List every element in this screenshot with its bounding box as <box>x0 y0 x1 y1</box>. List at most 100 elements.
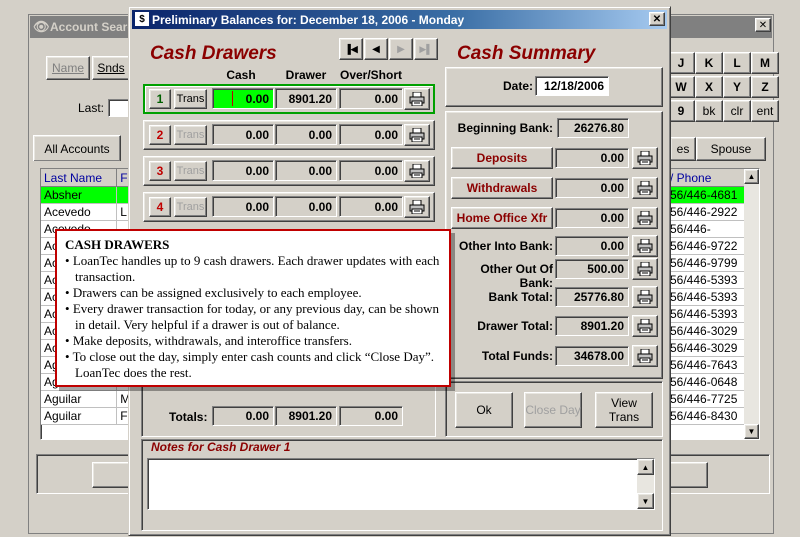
row-phone[interactable]: 56/446-5393 <box>667 289 745 306</box>
row-phone[interactable]: 56/446- <box>667 221 745 238</box>
scroll-down-icon[interactable]: ▼ <box>744 424 759 439</box>
deposits-value: 0.00 <box>555 148 629 168</box>
tab-es[interactable]: es <box>670 137 696 161</box>
row-phone[interactable]: 56/446-8430 <box>667 408 745 425</box>
drawer-overshort: 0.00 <box>339 196 403 217</box>
cash-drawers-callout: CASH DRAWERS LoanTec handles up to 9 cas… <box>55 229 451 387</box>
first-record-icon[interactable]: ▐◀ <box>339 38 363 60</box>
row-phone[interactable]: 56/446-3029 <box>667 323 745 340</box>
notes-scrollbar[interactable]: ▲ ▼ <box>637 459 654 509</box>
binoculars-icon: 👁 <box>33 19 50 34</box>
key-bk[interactable]: bk <box>695 100 723 122</box>
next-record-icon[interactable]: ▶ <box>389 38 413 60</box>
drawer-number[interactable]: 4 <box>149 197 171 217</box>
bg-bottom-button[interactable] <box>92 462 132 488</box>
row-phone[interactable]: 56/446-5393 <box>667 306 745 323</box>
drawer-number[interactable]: 2 <box>149 125 171 145</box>
row-phone[interactable]: 56/446-0648 <box>667 374 745 391</box>
drawer-number[interactable]: 3 <box>149 161 171 181</box>
key-L[interactable]: L <box>723 52 751 74</box>
callout-item: To close out the day, simply enter cash … <box>65 349 441 381</box>
cash-drawers-title: Cash Drawers <box>150 43 277 64</box>
printer-icon[interactable] <box>632 315 658 337</box>
bg-bottom-button-right[interactable] <box>668 462 708 488</box>
other-into-value: 0.00 <box>555 236 629 256</box>
printer-icon[interactable] <box>632 207 658 229</box>
table-row[interactable]: Absher <box>41 187 129 204</box>
callout-item: Make deposits, withdrawals, and interoff… <box>65 333 441 349</box>
key-X[interactable]: X <box>695 76 723 98</box>
printer-icon[interactable] <box>632 177 658 199</box>
row-phone[interactable]: 56/446-7725 <box>667 391 745 408</box>
printer-icon[interactable] <box>404 196 430 218</box>
printer-icon[interactable] <box>404 124 430 146</box>
grid-header-phone[interactable]: / Phone <box>667 169 745 187</box>
key-Y[interactable]: Y <box>723 76 751 98</box>
name-tab[interactable]: Name <box>46 56 90 80</box>
key-Z[interactable]: Z <box>751 76 779 98</box>
printer-icon[interactable] <box>404 160 430 182</box>
trans-button[interactable]: Trans <box>174 197 207 217</box>
drawer-cash-input[interactable]: 0.00 <box>212 88 274 109</box>
row-phone[interactable]: 56/446-3029 <box>667 340 745 357</box>
key-M[interactable]: M <box>751 52 779 74</box>
drawer-amount: 0.00 <box>275 160 337 181</box>
callout-heading: CASH DRAWERS <box>65 237 170 252</box>
tab-spouse[interactable]: Spouse <box>696 137 766 161</box>
printer-icon[interactable] <box>404 88 430 110</box>
printer-icon[interactable] <box>632 345 658 367</box>
other-out-value: 500.00 <box>555 259 629 279</box>
notes-scroll-up-icon[interactable]: ▲ <box>637 459 654 475</box>
close-day-button[interactable]: Close Day <box>524 392 582 428</box>
view-trans-button[interactable]: View Trans <box>595 392 653 428</box>
printer-icon[interactable] <box>632 147 658 169</box>
row-phone[interactable]: 56/446-4681 <box>667 187 745 204</box>
drawer-number[interactable]: 1 <box>149 89 171 109</box>
drawer-overshort: 0.00 <box>339 124 403 145</box>
deposits-button[interactable]: Deposits <box>451 147 553 169</box>
scroll-up-icon[interactable]: ▲ <box>744 169 759 184</box>
drawer-cash-input[interactable]: 0.00 <box>212 196 274 217</box>
table-row[interactable]: Acevedo L <box>41 204 129 221</box>
row-phone[interactable]: 56/446-7643 <box>667 357 745 374</box>
tab-all-accounts[interactable]: All Accounts <box>33 135 121 161</box>
key-9[interactable]: 9 <box>667 100 695 122</box>
drawer-amount: 0.00 <box>275 124 337 145</box>
ok-button[interactable]: Ok <box>455 392 513 428</box>
printer-icon[interactable] <box>632 235 658 257</box>
key-J[interactable]: J <box>667 52 695 74</box>
row-phone[interactable]: 56/446-2922 <box>667 204 745 221</box>
trans-button[interactable]: Trans <box>174 89 207 109</box>
snds-tab[interactable]: Snds <box>92 56 130 80</box>
dialog-close-button[interactable]: ✕ <box>649 12 665 26</box>
key-K[interactable]: K <box>695 52 723 74</box>
prev-record-icon[interactable]: ◀ <box>364 38 388 60</box>
notes-scroll-down-icon[interactable]: ▼ <box>637 493 654 509</box>
last-input[interactable] <box>108 99 130 117</box>
trans-button[interactable]: Trans <box>174 125 207 145</box>
row-phone[interactable]: 56/446-9799 <box>667 255 745 272</box>
key-ent[interactable]: ent <box>751 100 779 122</box>
row-phone[interactable]: 56/446-9722 <box>667 238 745 255</box>
row-last-name: Absher <box>41 187 118 204</box>
text-cursor <box>232 91 233 106</box>
row-phone[interactable]: 56/446-5393 <box>667 272 745 289</box>
table-row[interactable]: AguilarM <box>41 391 129 408</box>
home-office-button[interactable]: Home Office Xfr <box>451 207 553 229</box>
table-row[interactable]: Aguilar F <box>41 408 129 425</box>
grid-scrollbar[interactable]: ▲ ▼ <box>744 169 759 439</box>
drawer-cash-input[interactable]: 0.00 <box>212 160 274 181</box>
bank-total-label: Bank Total: <box>488 290 553 304</box>
printer-icon[interactable] <box>632 258 658 280</box>
notes-textarea[interactable] <box>147 458 655 510</box>
date-value[interactable]: 12/18/2006 <box>535 76 609 96</box>
bg-close-button[interactable]: ✕ <box>755 18 771 32</box>
withdrawals-button[interactable]: Withdrawals <box>451 177 553 199</box>
key-clr[interactable]: clr <box>723 100 751 122</box>
grid-header-last-name[interactable]: Last Name <box>41 169 118 187</box>
printer-icon[interactable] <box>632 286 658 308</box>
last-record-icon[interactable]: ▶▌ <box>414 38 438 60</box>
trans-button[interactable]: Trans <box>174 161 207 181</box>
drawer-cash-input[interactable]: 0.00 <box>212 124 274 145</box>
key-W[interactable]: W <box>667 76 695 98</box>
